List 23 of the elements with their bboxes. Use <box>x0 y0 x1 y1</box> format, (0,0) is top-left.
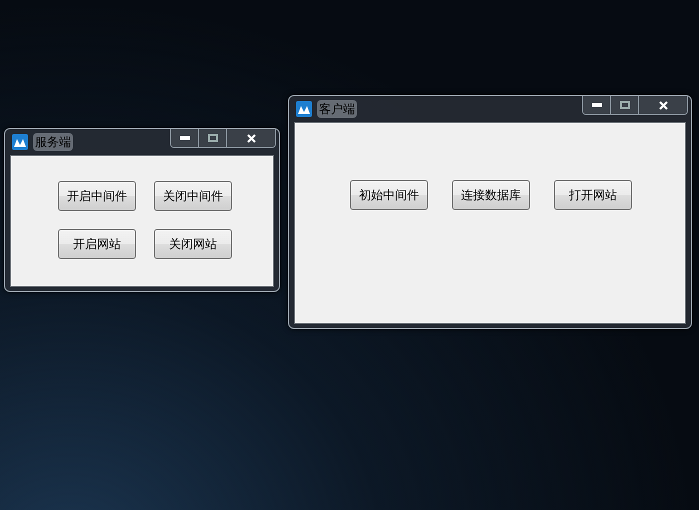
window-title: 客户端 <box>317 100 357 118</box>
push-button[interactable]: 关闭中间件 <box>154 181 232 211</box>
window-title: 服务端 <box>33 133 73 151</box>
push-button[interactable]: 关闭网站 <box>154 229 232 259</box>
minimize-icon <box>592 103 602 107</box>
close-icon <box>658 100 668 110</box>
push-button[interactable]: 开启中间件 <box>58 181 136 211</box>
close-button[interactable] <box>639 96 687 114</box>
maximize-icon <box>620 101 630 109</box>
maximize-button[interactable] <box>611 96 639 114</box>
push-button[interactable]: 连接数据库 <box>452 180 530 210</box>
app-logo-icon <box>12 134 28 150</box>
app-logo-icon <box>296 101 312 117</box>
minimize-button[interactable] <box>583 96 611 114</box>
push-button[interactable]: 打开网站 <box>554 180 632 210</box>
maximize-icon <box>208 134 218 142</box>
close-icon <box>246 134 256 142</box>
maximize-button[interactable] <box>199 129 227 147</box>
minimize-icon <box>180 136 190 140</box>
push-button[interactable]: 初始中间件 <box>350 180 428 210</box>
close-button[interactable] <box>227 129 275 147</box>
minimize-button[interactable] <box>171 129 199 147</box>
push-button[interactable]: 开启网站 <box>58 229 136 259</box>
